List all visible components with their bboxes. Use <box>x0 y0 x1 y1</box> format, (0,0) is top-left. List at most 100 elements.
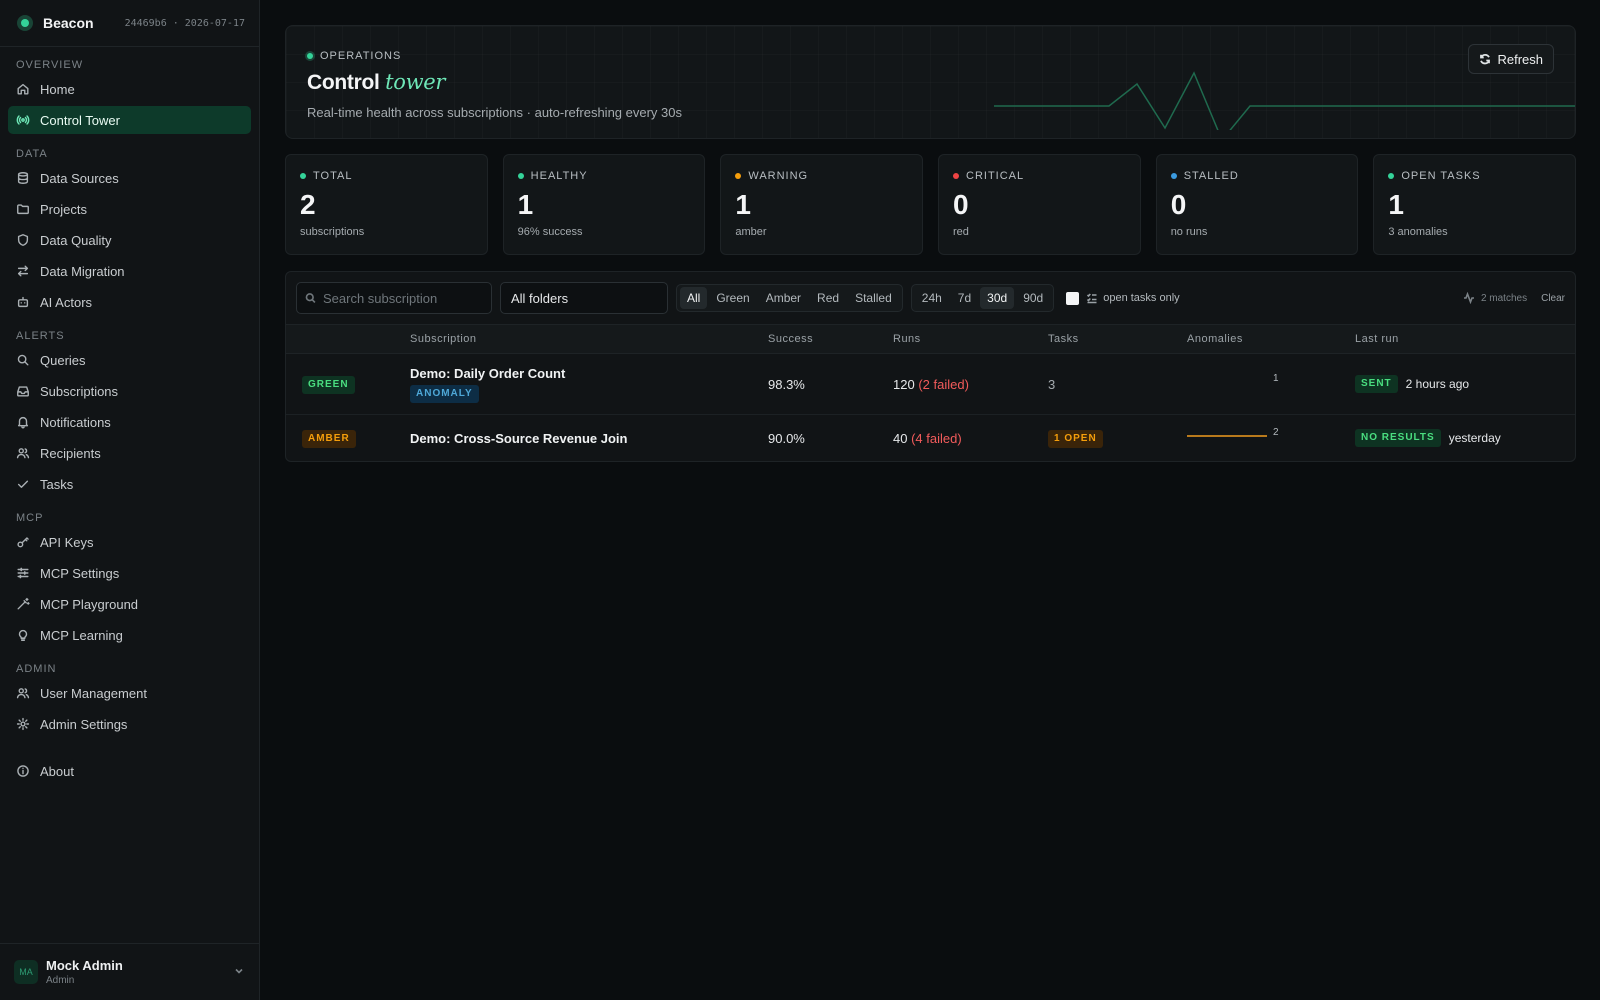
stat-label: HEALTHY <box>530 170 588 182</box>
header-success[interactable]: Success <box>768 333 893 345</box>
stat-card-critical[interactable]: CRITICAL 0 red <box>938 154 1141 255</box>
last-run-cell: SENT 2 hours ago <box>1355 375 1575 393</box>
runs-count: 40 <box>893 430 908 446</box>
last-run-cell: NO RESULTS yesterday <box>1355 429 1575 447</box>
last-run-time: yesterday <box>1448 431 1501 445</box>
last-run-status-badge: SENT <box>1355 375 1398 393</box>
matches-count: 2 matches <box>1463 292 1527 304</box>
header-anomalies[interactable]: Anomalies <box>1187 333 1355 345</box>
search-icon <box>305 293 316 303</box>
folder-icon <box>17 204 29 215</box>
stat-label-row: CRITICAL <box>953 170 1126 182</box>
header-tasks[interactable]: Tasks <box>1048 333 1187 345</box>
activity-icon <box>1463 292 1474 304</box>
sidebar-item-ai-actors[interactable]: AI Actors <box>8 288 251 316</box>
stat-label-row: TOTAL <box>300 170 473 182</box>
sidebar-item-queries[interactable]: Queries <box>8 346 251 374</box>
refresh-button[interactable]: Refresh <box>1468 44 1554 74</box>
table-row[interactable]: AMBER Demo: Cross-Source Revenue Join 90… <box>286 415 1575 461</box>
sidebar-item-tasks[interactable]: Tasks <box>8 470 251 498</box>
sidebar: Beacon 24469b6 · 2026-07-17 OVERVIEW Hom… <box>0 0 260 1000</box>
subscription-name[interactable]: Demo: Daily Order Count <box>410 366 768 381</box>
table-row[interactable]: GREEN Demo: Daily Order Count ANOMALY 98… <box>286 354 1575 415</box>
sidebar-item-label: Data Quality <box>40 232 112 248</box>
header-runs[interactable]: Runs <box>893 333 1048 345</box>
sidebar-item-data-migration[interactable]: Data Migration <box>8 257 251 285</box>
home-icon <box>17 83 29 95</box>
sidebar-item-label: Control Tower <box>40 112 120 128</box>
stat-card-stalled[interactable]: STALLED 0 no runs <box>1155 154 1359 255</box>
status-cell: AMBER <box>286 429 410 448</box>
user-menu[interactable]: MA Mock Admin Admin <box>0 943 259 1000</box>
status-filter-all[interactable]: All <box>680 287 708 309</box>
hero-panel: OPERATIONS Control tower Real-time healt… <box>285 25 1576 139</box>
stat-dot <box>1388 173 1395 179</box>
sidebar-item-subscriptions[interactable]: Subscriptions <box>8 377 251 405</box>
sidebar-item-user-management[interactable]: User Management <box>8 679 251 707</box>
stat-sub: subscriptions <box>300 226 365 238</box>
sidebar-item-label: Admin Settings <box>40 716 128 732</box>
header-last-run[interactable]: Last run <box>1355 333 1575 345</box>
range-filter-90d[interactable]: 90d <box>1016 287 1050 309</box>
last-run: NO RESULTS yesterday <box>1355 429 1575 447</box>
status-filter-red[interactable]: Red <box>810 287 846 309</box>
stat-card-healthy[interactable]: HEALTHY 1 96% success <box>502 154 706 255</box>
sidebar-item-label: MCP Learning <box>40 627 123 643</box>
sidebar-item-label: Queries <box>40 352 86 368</box>
eyebrow-text: OPERATIONS <box>320 50 402 62</box>
sidebar-item-about[interactable]: About <box>8 757 251 785</box>
sidebar-item-mcp-playground[interactable]: MCP Playground <box>8 590 251 618</box>
runs-cell: 120 (2 failed) <box>893 377 1048 392</box>
tasks-cell: 1 OPEN <box>1048 429 1187 448</box>
subscriptions-panel: All folders All Green Amber Red Stalled … <box>285 271 1576 462</box>
sidebar-item-admin-settings[interactable]: Admin Settings <box>8 710 251 738</box>
sidebar-item-recipients[interactable]: Recipients <box>8 439 251 467</box>
success-cell: 98.3% <box>768 376 805 392</box>
range-filter-24h[interactable]: 24h <box>915 287 949 309</box>
sidebar-item-mcp-settings[interactable]: MCP Settings <box>8 559 251 587</box>
anomalies-cell: 2 <box>1187 423 1355 453</box>
chevron-down-icon[interactable] <box>233 965 245 980</box>
status-filter-green[interactable]: Green <box>709 287 756 309</box>
user-info: Mock Admin Admin <box>46 958 123 986</box>
folder-select[interactable]: All folders <box>500 282 668 314</box>
subscription-cell: Demo: Cross-Source Revenue Join <box>410 431 768 446</box>
sidebar-item-home[interactable]: Home <box>8 75 251 103</box>
nav-section-admin: ADMIN <box>16 663 57 675</box>
range-filter-7d[interactable]: 7d <box>951 287 978 309</box>
sidebar-item-label: AI Actors <box>40 294 93 310</box>
sidebar-item-mcp-learning[interactable]: MCP Learning <box>8 621 251 649</box>
sidebar-item-label: Subscriptions <box>40 383 119 399</box>
open-tasks-badge[interactable]: 1 OPEN <box>1048 429 1103 448</box>
range-filter-30d[interactable]: 30d <box>980 287 1015 309</box>
header-subscription[interactable]: Subscription <box>410 333 768 345</box>
open-tasks-checkbox[interactable] <box>1066 291 1080 305</box>
subscription-name[interactable]: Demo: Cross-Source Revenue Join <box>410 431 768 446</box>
stat-card-warning[interactable]: WARNING 1 amber <box>720 154 924 255</box>
stat-sub: 96% success <box>517 226 583 238</box>
stat-value: 1 <box>517 189 534 220</box>
clear-filters-button[interactable]: Clear <box>1541 293 1565 304</box>
open-tasks-toggle[interactable]: open tasks only <box>1066 291 1180 305</box>
stats-row: TOTAL 2 subscriptions HEALTHY 1 96% succ… <box>285 154 1577 255</box>
stat-label: WARNING <box>748 170 809 182</box>
stat-dot <box>300 173 306 179</box>
stat-label: CRITICAL <box>966 170 1025 182</box>
search-input[interactable] <box>323 290 483 306</box>
sidebar-item-projects[interactable]: Projects <box>8 195 251 223</box>
page-title-plain: Control <box>307 71 380 94</box>
search-box[interactable] <box>296 282 492 314</box>
stat-card-open-tasks[interactable]: OPEN TASKS 1 3 anomalies <box>1373 154 1577 255</box>
stat-value: 1 <box>735 189 751 220</box>
stat-card-total[interactable]: TOTAL 2 subscriptions <box>285 154 488 255</box>
stat-value: 0 <box>1170 189 1187 220</box>
sidebar-item-control-tower[interactable]: Control Tower <box>8 106 251 134</box>
status-filter-stalled[interactable]: Stalled <box>848 287 899 309</box>
sidebar-item-api-keys[interactable]: API Keys <box>8 528 251 556</box>
user-name: Mock Admin <box>46 958 123 973</box>
sidebar-item-data-quality[interactable]: Data Quality <box>8 226 251 254</box>
stat-sub: red <box>953 226 969 238</box>
sidebar-item-notifications[interactable]: Notifications <box>8 408 251 436</box>
sidebar-item-data-sources[interactable]: Data Sources <box>8 164 251 192</box>
status-filter-amber[interactable]: Amber <box>759 287 808 309</box>
